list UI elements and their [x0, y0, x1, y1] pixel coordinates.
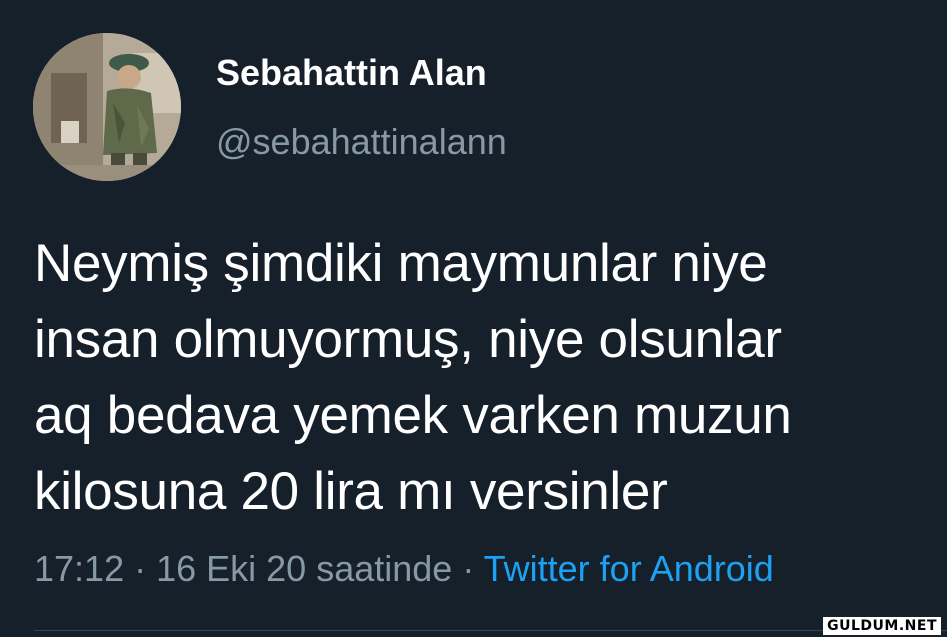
meta-separator: · — [452, 548, 484, 589]
tweet-text: Neymiş şimdiki maymunlar niye insan olmu… — [34, 226, 934, 530]
tweet-text-line: Neymiş şimdiki maymunlar niye — [34, 234, 768, 293]
user-avatar[interactable] — [33, 33, 181, 181]
tweet-text-line: kilosuna 20 lira mı versinler — [34, 462, 668, 521]
watermark: GULDUM.NET — [823, 617, 941, 635]
tweet-meta: 17:12 · 16 Eki 20 saatinde · Twitter for… — [34, 548, 774, 590]
user-handle[interactable]: @sebahattinalann — [216, 121, 507, 163]
tweet-time[interactable]: 17:12 — [34, 548, 124, 589]
display-name[interactable]: Sebahattin Alan — [216, 52, 487, 94]
tweet-date[interactable]: 16 Eki 20 saatinde — [156, 548, 452, 589]
tweet-card: Sebahattin Alan @sebahattinalann Neymiş … — [0, 0, 947, 637]
divider — [34, 630, 947, 631]
meta-separator: · — [124, 548, 157, 589]
tweet-source-link[interactable]: Twitter for Android — [484, 548, 774, 589]
avatar-photo-icon — [33, 33, 181, 181]
tweet-text-line: insan olmuyormuş, niye olsunlar — [34, 310, 782, 369]
tweet-text-line: aq bedava yemek varken muzun — [34, 386, 792, 445]
